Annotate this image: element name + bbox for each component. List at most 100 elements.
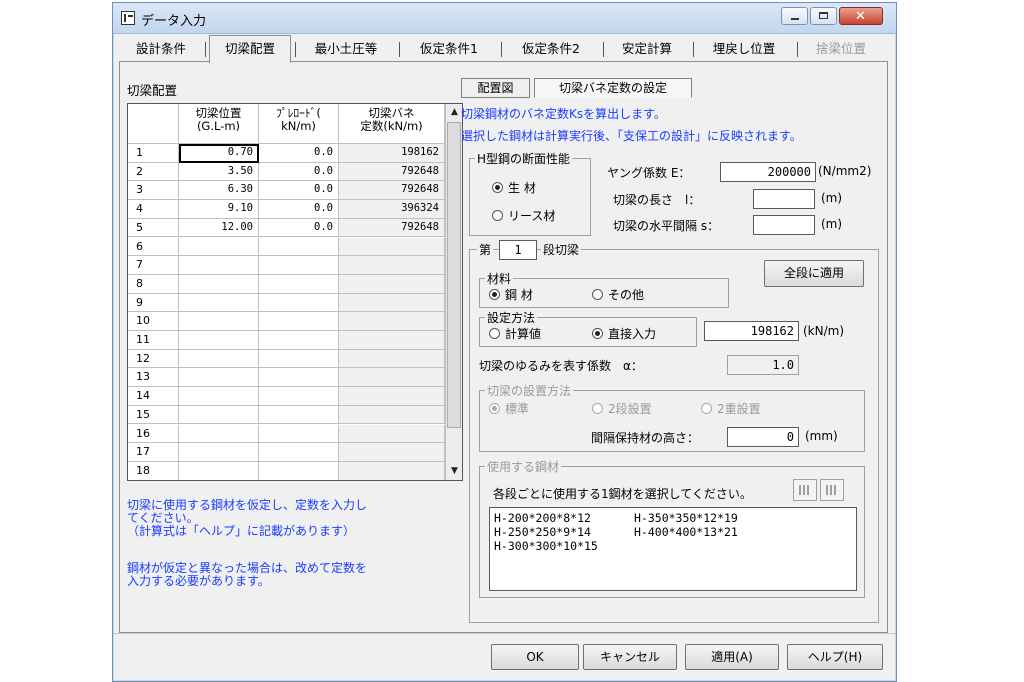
cancel-button[interactable]: キャンセル bbox=[583, 644, 677, 670]
tab-min-earth-pressure[interactable]: 最小土圧等 bbox=[299, 37, 393, 61]
table-cell-preload[interactable]: 0.0 bbox=[259, 200, 339, 219]
radio-raw-material[interactable] bbox=[492, 182, 503, 193]
tab-assumption-2[interactable]: 仮定条件2 bbox=[505, 37, 597, 61]
table-row-number: 10 bbox=[128, 312, 179, 331]
table-cell-position[interactable]: 3.50 bbox=[179, 162, 259, 182]
steel-list-item[interactable]: H-200*200*8*12 bbox=[494, 511, 591, 525]
table-cell-preload[interactable]: 0.0 bbox=[259, 218, 339, 238]
close-button[interactable]: ✕ bbox=[839, 7, 883, 25]
table-cell-preload[interactable] bbox=[259, 461, 339, 480]
table-cell-preload[interactable] bbox=[259, 424, 339, 444]
table-cell-spring bbox=[339, 293, 445, 313]
table-cell-spring bbox=[339, 312, 445, 331]
table-cell-position[interactable]: 12.00 bbox=[179, 218, 259, 238]
young-modulus-input[interactable]: 200000 bbox=[720, 162, 816, 182]
radio-standard bbox=[489, 403, 500, 414]
table-row-number: 17 bbox=[128, 443, 179, 462]
horizontal-spacing-label: 切梁の水平間隔 s： bbox=[613, 219, 720, 233]
table-cell-preload[interactable] bbox=[259, 405, 339, 425]
table-cell-preload[interactable] bbox=[259, 237, 339, 257]
radio-lease-material[interactable] bbox=[492, 210, 503, 221]
tab-backfill-position[interactable]: 埋戻し位置 bbox=[697, 37, 791, 61]
table-cell-preload[interactable]: 0.0 bbox=[259, 181, 339, 201]
table-row-number: 9 bbox=[128, 293, 179, 313]
table-cell-position[interactable] bbox=[179, 331, 259, 350]
table-cell-position[interactable] bbox=[179, 387, 259, 406]
table-row-number: 16 bbox=[128, 424, 179, 444]
description-line-2: 選択した鋼材は計算実行後、「支保工の設計」に反映されます。 bbox=[461, 129, 802, 143]
table-cell-position[interactable] bbox=[179, 274, 259, 294]
table-cell-position[interactable] bbox=[179, 405, 259, 425]
table-cell-position[interactable] bbox=[179, 312, 259, 331]
table-cell-spring: 198162 bbox=[339, 144, 445, 163]
tab-separator bbox=[797, 42, 798, 57]
table-cell-position[interactable] bbox=[179, 461, 259, 480]
strut-length-input[interactable] bbox=[753, 189, 815, 209]
help-button[interactable]: ヘルプ(H) bbox=[787, 644, 883, 670]
steel-list-item[interactable]: H-350*350*12*19 bbox=[634, 511, 738, 525]
table-cell-preload[interactable] bbox=[259, 293, 339, 313]
ok-button[interactable]: OK bbox=[491, 644, 579, 670]
table-cell-preload[interactable] bbox=[259, 256, 339, 275]
table-cell-position[interactable] bbox=[179, 443, 259, 462]
radio-steel[interactable] bbox=[489, 289, 500, 300]
column-header-preload: ﾌﾟﾚﾛｰﾄﾞ( kN/m) bbox=[259, 104, 339, 144]
horizontal-spacing-input[interactable] bbox=[753, 215, 815, 235]
maximize-button[interactable] bbox=[810, 7, 837, 25]
tab-design-conditions[interactable]: 設計条件 bbox=[123, 37, 199, 61]
table-cell-position[interactable]: 6.30 bbox=[179, 181, 259, 201]
table-cell-preload[interactable] bbox=[259, 312, 339, 331]
steel-list-item[interactable]: H-250*250*9*14 bbox=[494, 525, 591, 539]
table-cell-preload[interactable]: 0.0 bbox=[259, 162, 339, 182]
radio-calculated[interactable] bbox=[489, 328, 500, 339]
subtab-spring-constant[interactable]: 切梁バネ定数の設定 bbox=[534, 78, 692, 98]
steel-listbox[interactable]: H-200*200*8*12 H-350*350*12*19 H-250*250… bbox=[489, 507, 857, 591]
table-cell-spring: 792648 bbox=[339, 181, 445, 201]
tab-assumption-1[interactable]: 仮定条件1 bbox=[403, 37, 495, 61]
scroll-thumb[interactable] bbox=[447, 122, 461, 428]
scroll-down-icon[interactable]: ▼ bbox=[446, 463, 462, 480]
table-cell-preload[interactable] bbox=[259, 349, 339, 369]
minimize-button[interactable] bbox=[781, 7, 808, 25]
table-cell-preload[interactable]: 0.0 bbox=[259, 144, 339, 163]
table-row-number: 18 bbox=[128, 461, 179, 480]
radio-double bbox=[701, 403, 712, 414]
tab-strut-layout[interactable]: 切梁配置 bbox=[209, 35, 291, 63]
apply-all-stages-button[interactable]: 全段に適用 bbox=[764, 260, 864, 287]
table-cell-position[interactable] bbox=[179, 256, 259, 275]
list-view-button[interactable] bbox=[793, 479, 817, 501]
table-scrollbar[interactable]: ▲ ▼ bbox=[445, 104, 462, 480]
apply-button[interactable]: 適用(A) bbox=[685, 644, 779, 670]
stage-number-input[interactable]: 1 bbox=[499, 240, 537, 260]
table-cell-position[interactable] bbox=[179, 368, 259, 388]
radio-two-tier bbox=[592, 403, 603, 414]
table-cell-preload[interactable] bbox=[259, 443, 339, 462]
steel-instruction: 各段ごとに使用する1鋼材を選択してください。 bbox=[493, 487, 752, 501]
table-cell-preload[interactable] bbox=[259, 387, 339, 406]
spacer-height-input[interactable]: 0 bbox=[727, 427, 799, 447]
table-cell-position[interactable] bbox=[179, 237, 259, 257]
tab-stability-calc[interactable]: 安定計算 bbox=[607, 37, 687, 61]
grid-view-button[interactable] bbox=[820, 479, 844, 501]
table-cell-position[interactable]: 0.70 bbox=[179, 144, 259, 163]
spring-constant-input[interactable]: 198162 bbox=[704, 321, 799, 341]
steel-list-item[interactable]: H-400*400*13*21 bbox=[634, 525, 738, 539]
table-cell-position[interactable] bbox=[179, 349, 259, 369]
strut-table[interactable]: 18 17 16 15 14 13 12 11 10 9 8 7 6 792648 0.0 12.00 5 396… bbox=[127, 103, 463, 481]
window-title: データ入力 bbox=[141, 14, 207, 29]
table-cell-position[interactable]: 9.10 bbox=[179, 200, 259, 219]
table-cell-preload[interactable] bbox=[259, 331, 339, 350]
strut-length-label: 切梁の長さ l： bbox=[613, 193, 701, 207]
radio-direct-input[interactable] bbox=[592, 328, 603, 339]
subtab-layout-diagram[interactable]: 配置図 bbox=[461, 78, 530, 98]
table-cell-spring: 792648 bbox=[339, 162, 445, 182]
table-cell-position[interactable] bbox=[179, 293, 259, 313]
table-cell-preload[interactable] bbox=[259, 368, 339, 388]
radio-other-material[interactable] bbox=[592, 289, 603, 300]
steel-list-item[interactable]: H-300*300*10*15 bbox=[494, 539, 598, 553]
column-header-position: 切梁位置 (G.L-m) bbox=[179, 104, 259, 144]
tab-separator bbox=[295, 42, 296, 57]
radio-standard-label: 標準 bbox=[505, 402, 530, 416]
table-cell-position[interactable] bbox=[179, 424, 259, 444]
table-cell-preload[interactable] bbox=[259, 274, 339, 294]
